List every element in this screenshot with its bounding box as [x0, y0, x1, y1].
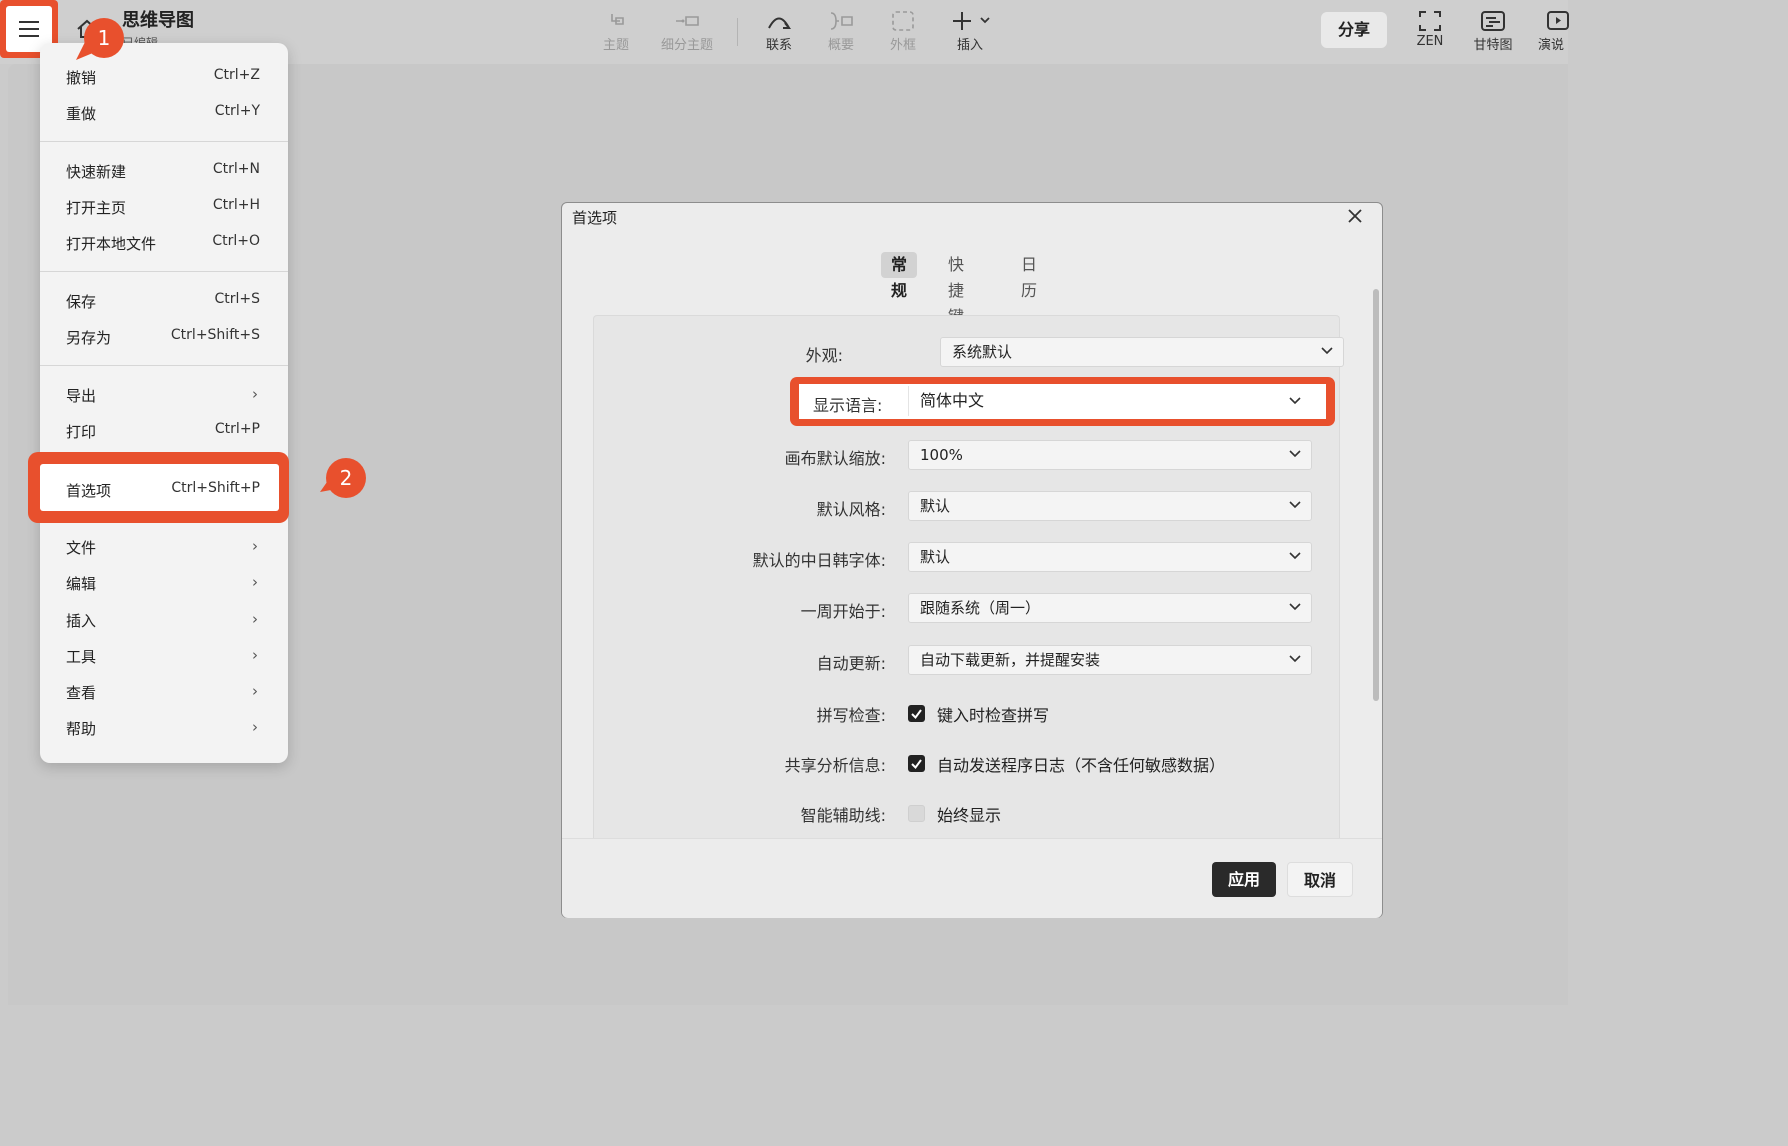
share-analytics-text: 自动发送程序日志（不含任何敏感数据）: [937, 756, 1226, 775]
chevron-right-icon: ›: [252, 573, 258, 591]
menu-item-undo[interactable]: 撤销 Ctrl+Z: [66, 67, 260, 89]
present-icon: [1547, 11, 1569, 30]
chevron-down-icon: [1289, 655, 1301, 663]
smart-guides-text: 始终显示: [937, 806, 1002, 825]
chevron-down-icon: [1289, 501, 1301, 509]
menu-item-insert[interactable]: 插入 ›: [66, 610, 260, 632]
appearance-select[interactable]: 系统默认: [940, 337, 1344, 367]
spell-check-text: 键入时检查拼写: [937, 706, 1050, 725]
default-style-label: 默认风格:: [816, 500, 886, 519]
summary-icon: [830, 12, 853, 30]
checkmark-icon: [911, 759, 922, 770]
week-start-select[interactable]: 跟随系统（周一）: [908, 593, 1312, 623]
cjk-font-select[interactable]: 默认: [908, 542, 1312, 572]
spell-check-checkbox[interactable]: [908, 705, 925, 722]
spell-check-label: 拼写检查:: [816, 706, 886, 725]
smart-guides-label: 智能辅助线:: [800, 806, 886, 825]
zen-fullscreen-icon: [1419, 11, 1441, 31]
auto-update-label: 自动更新:: [816, 654, 886, 673]
dialog-footer: 应用 取消: [562, 838, 1382, 918]
menu-item-help[interactable]: 帮助 ›: [66, 718, 260, 740]
toolbar-topic-button[interactable]: 主题: [601, 8, 631, 53]
menu-item-export[interactable]: 导出 ›: [66, 385, 260, 407]
step-1-badge: 1: [84, 18, 124, 58]
menu-item-redo[interactable]: 重做 Ctrl+Y: [66, 103, 260, 125]
gantt-button[interactable]: 甘特图: [1468, 8, 1518, 53]
default-style-select[interactable]: 默认: [908, 491, 1312, 521]
display-language-select[interactable]: 简体中文: [908, 386, 1313, 416]
checkmark-icon: [911, 709, 922, 720]
relationship-icon: [768, 17, 792, 29]
menu-item-edit[interactable]: 编辑 ›: [66, 573, 260, 595]
step-2-badge: 2: [326, 458, 366, 498]
insert-icon: [953, 12, 990, 30]
canvas-zoom-select[interactable]: 100%: [908, 440, 1312, 470]
cjk-font-label: 默认的中日韩字体:: [752, 551, 886, 570]
menu-item-view[interactable]: 查看 ›: [66, 682, 260, 704]
toolbar-subtopic-button[interactable]: 细分主题: [657, 8, 717, 53]
share-analytics-label: 共享分析信息:: [784, 756, 886, 775]
menu-item-save-as[interactable]: 另存为 Ctrl+Shift+S: [66, 327, 260, 349]
preferences-dialog: 首选项 常规 快捷键 日历 外观: 系统默认 画布默认缩放: 100% 默认风格…: [561, 202, 1383, 918]
menu-item-open-home[interactable]: 打开主页 Ctrl+H: [66, 197, 260, 219]
boundary-icon: [892, 11, 914, 31]
document-title: 思维导图: [122, 10, 194, 31]
tab-calendar[interactable]: 日历: [1021, 252, 1037, 300]
menu-divider: [40, 365, 288, 366]
chevron-down-icon: [1321, 347, 1333, 355]
menu-item-open-local-file[interactable]: 打开本地文件 Ctrl+O: [66, 233, 260, 255]
menu-divider: [40, 271, 288, 272]
topic-icon: [611, 14, 624, 25]
toolbar-relationship-button[interactable]: 联系: [764, 8, 794, 53]
subtopic-icon: [676, 16, 699, 26]
menu-item-quick-new[interactable]: 快速新建 Ctrl+N: [66, 161, 260, 183]
gantt-icon: [1481, 11, 1505, 31]
chevron-right-icon: ›: [252, 610, 258, 628]
auto-update-select[interactable]: 自动下载更新，并提醒安装: [908, 645, 1312, 675]
cancel-button[interactable]: 取消: [1287, 862, 1353, 897]
week-start-label: 一周开始于:: [800, 602, 886, 621]
share-button[interactable]: 分享: [1321, 12, 1387, 48]
toolbar-boundary-button[interactable]: 外框: [888, 8, 918, 53]
chevron-right-icon: ›: [252, 385, 258, 403]
menu-item-tools[interactable]: 工具 ›: [66, 646, 260, 668]
display-language-label: 显示语言:: [813, 396, 883, 415]
dialog-scrollbar[interactable]: [1373, 289, 1379, 701]
smart-guides-checkbox[interactable]: [908, 805, 925, 822]
menu-divider: [40, 141, 288, 142]
close-icon[interactable]: [1346, 207, 1364, 225]
present-button[interactable]: 演说: [1538, 8, 1578, 53]
dialog-title: 首选项: [572, 209, 618, 227]
toolbar-insert-button[interactable]: 插入: [945, 8, 995, 53]
apply-button[interactable]: 应用: [1212, 862, 1276, 897]
tab-general[interactable]: 常规: [881, 252, 918, 300]
chevron-down-icon: [1289, 552, 1301, 560]
toolbar-divider: [737, 18, 738, 46]
menu-item-save[interactable]: 保存 Ctrl+S: [66, 291, 260, 313]
menu-item-file[interactable]: 文件 ›: [66, 537, 260, 559]
zen-button[interactable]: ZEN: [1410, 8, 1450, 49]
chevron-down-icon: [1289, 450, 1301, 458]
chevron-right-icon: ›: [252, 646, 258, 664]
chevron-right-icon: ›: [252, 537, 258, 555]
chevron-right-icon: ›: [252, 682, 258, 700]
tab-shortcuts[interactable]: 快捷键: [948, 252, 964, 326]
appearance-label: 外观:: [805, 346, 843, 365]
menu-item-print[interactable]: 打印 Ctrl+P: [66, 421, 260, 443]
toolbar-summary-button[interactable]: 概要: [826, 8, 856, 53]
canvas-zoom-label: 画布默认缩放:: [784, 449, 886, 468]
chevron-right-icon: ›: [252, 718, 258, 736]
chevron-down-icon: [1289, 603, 1301, 611]
menu-item-preferences[interactable]: 首选项 Ctrl+Shift+P: [66, 480, 260, 502]
chevron-down-icon: [1289, 397, 1301, 405]
share-analytics-checkbox[interactable]: [908, 755, 925, 772]
